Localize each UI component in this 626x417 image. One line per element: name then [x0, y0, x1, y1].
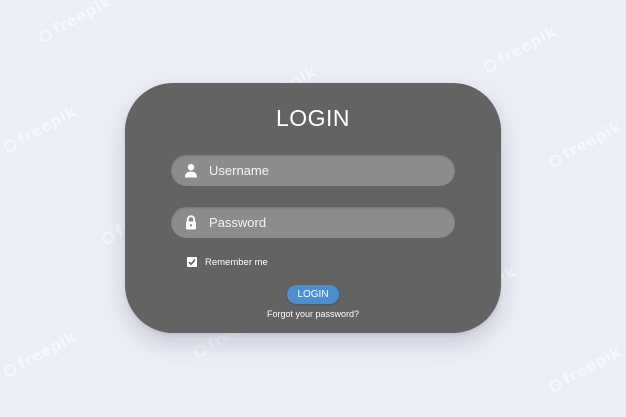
password-input[interactable]	[209, 207, 445, 238]
watermark: freepik	[545, 117, 624, 170]
watermark-logo-icon	[482, 57, 499, 74]
watermark-logo-icon	[547, 377, 564, 394]
watermark-logo-icon	[2, 137, 19, 154]
lock-icon	[186, 215, 196, 230]
login-button[interactable]: LOGIN	[287, 285, 339, 304]
watermark-text: freepik	[559, 342, 625, 389]
watermark: freepik	[35, 0, 114, 46]
password-field[interactable]	[171, 207, 455, 238]
watermark-logo-icon	[192, 342, 209, 359]
watermark-logo-icon	[37, 27, 54, 44]
watermark-text: freepik	[494, 22, 560, 69]
watermark-logo-icon	[547, 152, 564, 169]
watermark: freepik	[545, 342, 624, 395]
username-field[interactable]	[171, 155, 455, 186]
checkmark-icon	[188, 259, 196, 266]
watermark-text: freepik	[49, 0, 115, 39]
watermark-text: freepik	[14, 102, 80, 149]
watermark-text: freepik	[14, 327, 80, 374]
watermark: freepik	[0, 102, 79, 155]
remember-me-label: Remember me	[205, 256, 268, 268]
remember-me-checkbox[interactable]	[187, 257, 197, 267]
user-icon	[185, 163, 197, 178]
remember-me[interactable]: Remember me	[187, 256, 268, 268]
username-input[interactable]	[209, 155, 445, 186]
watermark: freepik	[480, 22, 559, 75]
watermark-text: freepik	[559, 117, 625, 164]
watermark-logo-icon	[100, 229, 117, 246]
forgot-password-link[interactable]: Forgot your password?	[125, 309, 501, 319]
login-card: LOGIN Remember me LOGIN Forgot your pass…	[125, 83, 501, 333]
login-title: LOGIN	[275, 105, 351, 131]
watermark-logo-icon	[2, 362, 19, 379]
watermark: freepik	[0, 327, 79, 380]
